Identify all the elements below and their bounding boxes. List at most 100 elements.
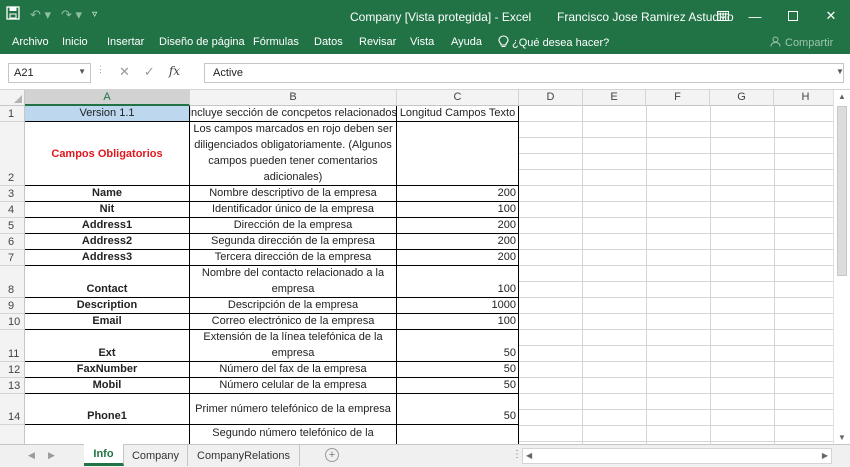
sheet-tab-companyrelations[interactable]: CompanyRelations	[188, 445, 300, 466]
save-icon[interactable]	[6, 6, 20, 23]
tab-datos[interactable]: Datos	[314, 36, 343, 48]
cell-a11[interactable]: Ext	[25, 330, 190, 362]
cell-c3[interactable]: 200	[397, 186, 519, 202]
tab-insertar[interactable]: Insertar	[107, 36, 144, 48]
maximize-button[interactable]	[774, 0, 812, 32]
more-options-icon[interactable]: ⋮	[512, 449, 522, 460]
row-header[interactable]: 14	[0, 394, 25, 425]
cell-b4[interactable]: Identificador único de la empresa	[190, 202, 397, 218]
row-header[interactable]: 6	[0, 234, 25, 250]
cell-a5[interactable]: Address1	[25, 218, 190, 234]
tell-me-search[interactable]: ¿Qué desea hacer?	[498, 35, 609, 51]
undo-icon[interactable]: ↶ ▾	[30, 7, 51, 23]
row-header[interactable]: 1	[0, 106, 25, 122]
cell-b13[interactable]: Número celular de la empresa	[190, 378, 397, 394]
cancel-icon[interactable]: ✕	[119, 64, 130, 80]
row-header[interactable]: 8	[0, 266, 25, 298]
cell-b14[interactable]: Primer número telefónico de la empresa	[190, 394, 397, 425]
cell-b8[interactable]: Nombre del contacto relacionado a la emp…	[190, 266, 397, 298]
cell-c12[interactable]: 50	[397, 362, 519, 378]
prev-sheet-icon[interactable]: ◀	[28, 450, 35, 461]
formula-bar-input[interactable]: Active	[204, 63, 844, 83]
cell-a15[interactable]	[25, 425, 190, 444]
cell-a6[interactable]: Address2	[25, 234, 190, 250]
cell-a10[interactable]: Email	[25, 314, 190, 330]
cell-b12[interactable]: Número del fax de la empresa	[190, 362, 397, 378]
tab-vista[interactable]: Vista	[410, 36, 434, 48]
cell-a8[interactable]: Contact	[25, 266, 190, 298]
row-header[interactable]: 12	[0, 362, 25, 378]
cell-a14[interactable]: Phone1	[25, 394, 190, 425]
cell-a13[interactable]: Mobil	[25, 378, 190, 394]
column-header-h[interactable]: H	[774, 90, 838, 106]
expand-formula-bar-icon[interactable]: ▼	[836, 67, 844, 76]
scroll-left-icon[interactable]: ◀	[526, 451, 532, 460]
cell-a4[interactable]: Nit	[25, 202, 190, 218]
horizontal-scrollbar[interactable]: ◀ ▶	[522, 448, 832, 464]
ribbon-display-options-icon[interactable]	[710, 0, 736, 32]
cell-a7[interactable]: Address3	[25, 250, 190, 266]
cell-c6[interactable]: 200	[397, 234, 519, 250]
column-header-f[interactable]: F	[646, 90, 710, 106]
row-header[interactable]: 3	[0, 186, 25, 202]
cell-c4[interactable]: 100	[397, 202, 519, 218]
cell-b15[interactable]: Segundo número telefónico de la	[190, 425, 397, 444]
cell-c11[interactable]: 50	[397, 330, 519, 362]
scroll-right-icon[interactable]: ▶	[822, 451, 828, 460]
column-header-g[interactable]: G	[710, 90, 774, 106]
scroll-thumb[interactable]	[837, 106, 847, 276]
chevron-down-icon[interactable]: ▼	[78, 67, 86, 76]
row-header[interactable]: 11	[0, 330, 25, 362]
sheet-tab-company[interactable]: Company	[124, 445, 188, 466]
row-header[interactable]: 10	[0, 314, 25, 330]
tab-revisar[interactable]: Revisar	[359, 36, 396, 48]
cell-c7[interactable]: 200	[397, 250, 519, 266]
tab-inicio[interactable]: Inicio	[62, 36, 88, 48]
empty-cells-area[interactable]	[519, 106, 838, 444]
cell-a2[interactable]: Campos Obligatorios	[25, 122, 190, 186]
cell-c9[interactable]: 1000	[397, 298, 519, 314]
row-header[interactable]: 9	[0, 298, 25, 314]
cell-c8[interactable]: 100	[397, 266, 519, 298]
cell-b7[interactable]: Tercera dirección de la empresa	[190, 250, 397, 266]
cell-b2[interactable]: Los campos marcados en rojo deben ser di…	[190, 122, 397, 186]
row-header[interactable]: 5	[0, 218, 25, 234]
cell-c14[interactable]: 50	[397, 394, 519, 425]
cell-b5[interactable]: Dirección de la empresa	[190, 218, 397, 234]
scroll-down-icon[interactable]: ▼	[838, 433, 846, 442]
column-header-c[interactable]: C	[397, 90, 519, 106]
minimize-button[interactable]: —	[736, 0, 774, 32]
insert-function-icon[interactable]: fx	[169, 64, 180, 80]
column-header-a[interactable]: A	[25, 90, 190, 106]
cell-c13[interactable]: 50	[397, 378, 519, 394]
tab-archivo[interactable]: Archivo	[12, 36, 49, 48]
enter-icon[interactable]: ✓	[144, 64, 155, 80]
cell-b10[interactable]: Correo electrónico de la empresa	[190, 314, 397, 330]
row-header[interactable]: 2	[0, 122, 25, 186]
row-header[interactable]: 4	[0, 202, 25, 218]
tab-formulas[interactable]: Fórmulas	[253, 36, 299, 48]
select-all-button[interactable]	[0, 90, 25, 106]
cell-c15[interactable]	[397, 425, 519, 444]
vertical-scrollbar[interactable]: ▲ ▼	[833, 90, 850, 444]
tab-diseno-de-pagina[interactable]: Diseño de página	[159, 36, 245, 48]
cell-c1[interactable]: Longitud Campos Texto	[397, 106, 519, 122]
cell-a1[interactable]: Version 1.1	[25, 106, 190, 122]
cell-b1[interactable]: Se incluye sección de concpetos relacion…	[190, 106, 397, 122]
cell-b3[interactable]: Nombre descriptivo de la empresa	[190, 186, 397, 202]
user-name[interactable]: Francisco Jose Ramirez Astudillo	[557, 10, 734, 24]
scroll-up-icon[interactable]: ▲	[838, 92, 846, 101]
cell-a12[interactable]: FaxNumber	[25, 362, 190, 378]
cell-a9[interactable]: Description	[25, 298, 190, 314]
customize-qat-icon[interactable]: ▿	[92, 9, 97, 20]
next-sheet-icon[interactable]: ▶	[48, 450, 55, 461]
row-header[interactable]	[0, 425, 25, 444]
row-header[interactable]: 7	[0, 250, 25, 266]
sheet-tab-info[interactable]: Info	[84, 444, 124, 466]
cell-b6[interactable]: Segunda dirección de la empresa	[190, 234, 397, 250]
cell-c2[interactable]	[397, 122, 519, 186]
column-header-e[interactable]: E	[583, 90, 646, 106]
cell-b11[interactable]: Extensión de la línea telefónica de la e…	[190, 330, 397, 362]
share-button[interactable]: Compartir	[770, 36, 833, 50]
worksheet-grid[interactable]: A B C D E F G H 1 Version 1.1 Se incluye…	[0, 90, 850, 444]
